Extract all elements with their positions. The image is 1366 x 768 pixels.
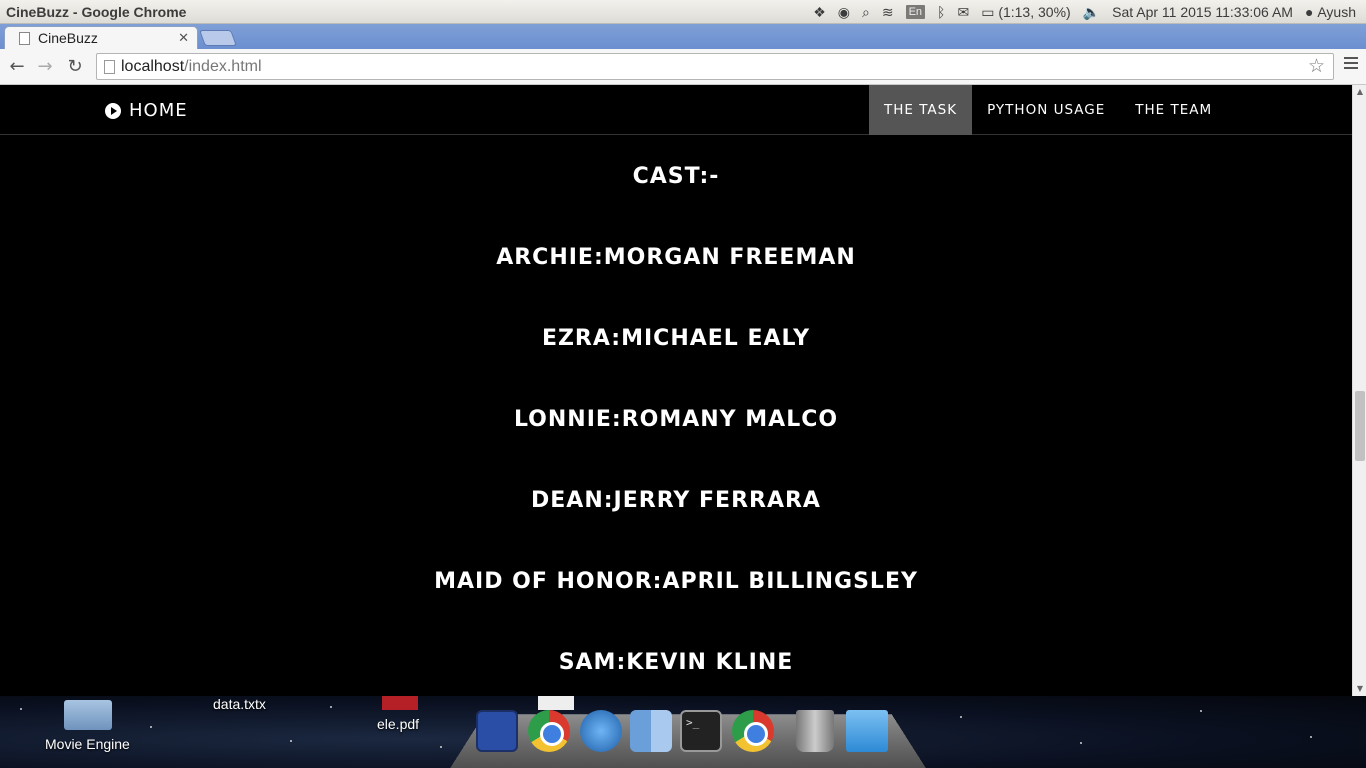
system-top-panel: CineBuzz - Google Chrome ❖ ◉ ⌕ ≋ En ᛒ ✉ … — [0, 0, 1366, 24]
mail-icon[interactable]: ✉ — [951, 0, 975, 24]
page-info-icon[interactable] — [104, 60, 115, 74]
chrome-menu-icon[interactable] — [1344, 57, 1358, 72]
forward-arrow-icon[interactable]: → — [34, 55, 56, 77]
scroll-thumb[interactable] — [1355, 391, 1365, 461]
scroll-down-arrow-icon[interactable]: ▼ — [1355, 684, 1365, 694]
volume-icon[interactable]: 🔈 — [1077, 0, 1106, 24]
cast-heading: CAST:- — [632, 164, 720, 189]
document-icon[interactable] — [846, 710, 888, 752]
address-bar[interactable]: localhost/index.html ☆ — [96, 53, 1334, 80]
user-menu[interactable]: ● Ayush — [1299, 0, 1362, 24]
reload-icon[interactable]: ↻ — [64, 55, 86, 77]
user-name: Ayush — [1317, 4, 1356, 20]
dock-icons: >_ — [0, 696, 1366, 768]
clock[interactable]: Sat Apr 11 2015 11:33:06 AM — [1106, 0, 1299, 24]
page-viewport: HOME THE TASK PYTHON USAGE THE TEAM CAST… — [0, 85, 1352, 696]
chrome-icon[interactable] — [732, 710, 774, 752]
page-scrollbar[interactable]: ▲ ▼ — [1352, 85, 1366, 696]
disk-icon[interactable] — [476, 710, 518, 752]
cast-section: CAST:- ARCHIE:MORGAN FREEMAN EZRA:MICHAE… — [0, 135, 1352, 677]
cast-line: EZRA:MICHAEL EALY — [541, 326, 811, 351]
input-method-label: En — [905, 5, 926, 19]
battery-status: (1:13, 30%) — [998, 4, 1071, 20]
window-title: CineBuzz - Google Chrome — [6, 3, 187, 20]
bluetooth-icon[interactable]: ᛒ — [931, 0, 951, 24]
apple-icon: ● — [1304, 4, 1318, 20]
finder-icon[interactable] — [630, 710, 672, 752]
nav-python-usage[interactable]: PYTHON USAGE — [972, 85, 1120, 135]
bookmark-star-icon[interactable]: ☆ — [1308, 55, 1325, 78]
nav-the-task[interactable]: THE TASK — [869, 85, 973, 135]
input-method-indicator[interactable]: En — [900, 0, 931, 24]
battery-icon: ▭ — [981, 3, 999, 20]
tab-cinebuzz[interactable]: CineBuzz ✕ — [4, 26, 198, 49]
tab-strip: CineBuzz ✕ — [0, 24, 1366, 49]
safari-icon[interactable] — [580, 710, 622, 752]
brand-label: HOME — [129, 100, 188, 121]
back-arrow-icon[interactable]: ← — [6, 55, 28, 77]
nav-the-team[interactable]: THE TEAM — [1120, 85, 1227, 135]
url-path: /index.html — [184, 57, 262, 75]
new-tab-button[interactable] — [199, 30, 237, 46]
close-tab-icon[interactable]: ✕ — [178, 30, 189, 46]
cast-line: ARCHIE:MORGAN FREEMAN — [496, 245, 856, 270]
cast-line: LONNIE:ROMANY MALCO — [513, 407, 839, 432]
nav-links: THE TASK PYTHON USAGE THE TEAM — [869, 85, 1227, 135]
trash-icon[interactable] — [796, 710, 834, 752]
cast-line: SAM:KEVIN KLINE — [558, 650, 794, 675]
site-navbar: HOME THE TASK PYTHON USAGE THE TEAM — [0, 85, 1352, 135]
wifi-icon[interactable]: ≋ — [876, 0, 900, 24]
search-icon[interactable]: ⌕ — [856, 0, 876, 24]
url-host: localhost — [121, 57, 185, 75]
chrome-icon[interactable] — [528, 710, 570, 752]
play-icon — [105, 102, 121, 119]
cast-line: MAID OF HONOR:APRIL BILLINGSLEY — [434, 569, 918, 594]
browser-toolbar: ← → ↻ localhost/index.html ☆ — [0, 49, 1366, 85]
tab-title: CineBuzz — [38, 30, 98, 46]
cast-line: DEAN:JERRY FERRARA — [531, 488, 821, 513]
system-indicators: ❖ ◉ ⌕ ≋ En ᛒ ✉ ▭ (1:13, 30%) 🔈 Sat Apr 1… — [807, 0, 1362, 24]
battery-indicator[interactable]: ▭ (1:13, 30%) — [975, 0, 1077, 24]
scroll-up-arrow-icon[interactable]: ▲ — [1355, 87, 1365, 97]
chrome-indicator-icon[interactable]: ◉ — [832, 0, 856, 24]
home-link[interactable]: HOME — [105, 100, 188, 121]
dropbox-icon[interactable]: ❖ — [807, 0, 832, 24]
page-icon — [19, 31, 30, 45]
terminal-icon[interactable]: >_ — [680, 710, 722, 752]
